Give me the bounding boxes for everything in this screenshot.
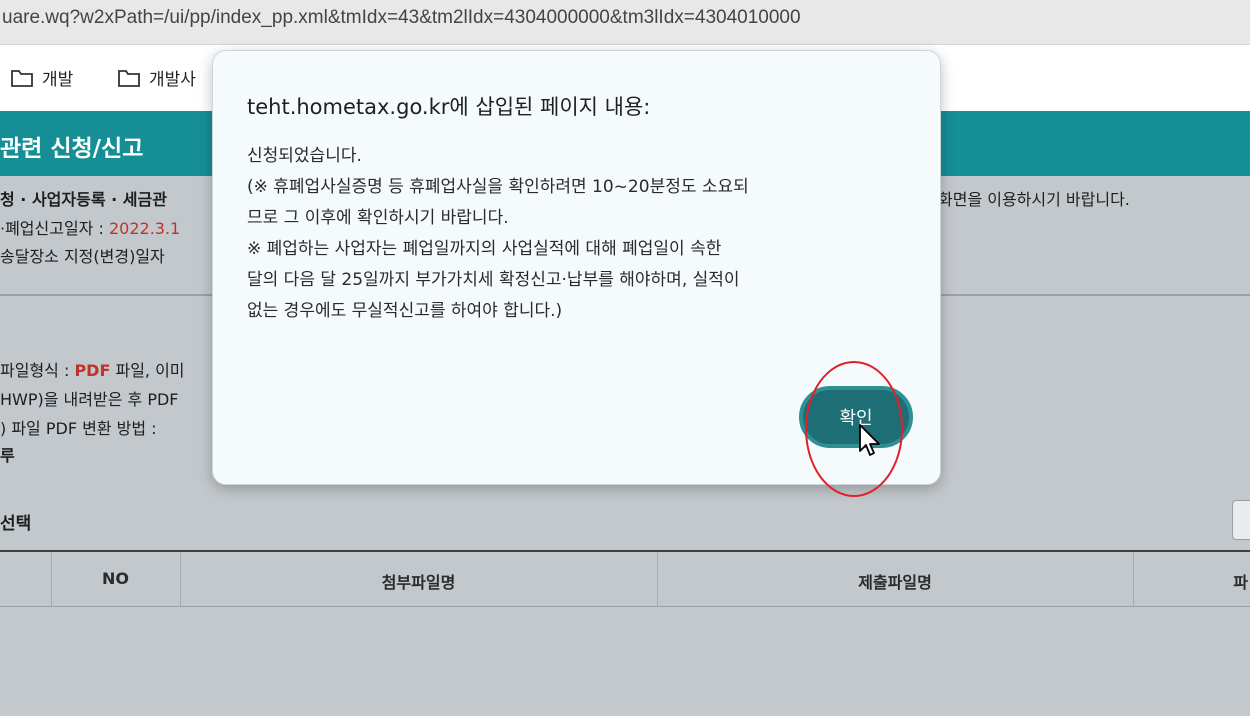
dialog-message-line: 없는 경우에도 무실적신고를 하여야 합니다.) bbox=[247, 301, 563, 321]
dialog-message-line: 신청되었습니다. bbox=[247, 146, 362, 166]
dialog-title: teht.hometax.go.kr에 삽입된 페이지 내용: bbox=[247, 95, 651, 119]
file-format-row: 파일형식 : PDF 파일, 이미 bbox=[0, 357, 185, 381]
section-label: 선택 bbox=[0, 514, 32, 534]
pdf-convert-row: ) 파일 PDF 변환 방법 : bbox=[0, 419, 157, 438]
bookmark-label: 개발사 bbox=[149, 70, 196, 90]
address-url[interactable]: uare.wq?w2xPath=/ui/pp/index_pp.xml&tmId… bbox=[2, 7, 801, 29]
folder-icon bbox=[118, 69, 140, 87]
service-breadcrumb: 청 · 사업자등록 · 세금관 bbox=[0, 190, 167, 209]
file-format-label: 파일형식 : bbox=[0, 361, 75, 380]
bookmark-item-dev-company[interactable]: 개발사 bbox=[117, 65, 196, 90]
dialog-message-line: 달의 다음 달 25일까지 부가가치세 확정신고·납부를 해야하며, 실적이 bbox=[247, 270, 740, 290]
file-format-suffix: 파일, 이미 bbox=[110, 361, 185, 380]
bookmark-label: 개발 bbox=[42, 70, 74, 90]
dialog-message: 신청되었습니다. (※ 휴폐업사실증명 등 휴폐업사실을 확인하려면 10~20… bbox=[247, 141, 922, 327]
column-header-extra: 파 bbox=[1233, 573, 1248, 592]
table-header: NO 첨부파일명 제출파일명 파 bbox=[0, 550, 1250, 607]
dialog-message-line: (※ 휴폐업사실증명 등 휴폐업사실을 확인하려면 10~20분정도 소요되 bbox=[247, 177, 749, 197]
file-note-row: 루 bbox=[0, 446, 15, 465]
mouse-cursor-icon bbox=[859, 424, 880, 456]
column-header-submitted-file: 제출파일명 bbox=[858, 573, 932, 592]
dialog-message-line: 므로 그 이후에 확인하시기 바랍니다. bbox=[247, 208, 509, 228]
highlight-ring bbox=[805, 361, 903, 497]
column-header-attached-file: 첨부파일명 bbox=[381, 573, 456, 592]
closure-date-row: ·폐업신고일자 : 2022.3.1 bbox=[0, 215, 180, 239]
column-header-no: NO bbox=[102, 569, 129, 588]
delivery-address-row: 송달장소 지정(변경)일자 bbox=[0, 247, 165, 266]
page-title: 관련 신청/신고 bbox=[0, 136, 144, 162]
file-format-pdf: PDF bbox=[74, 361, 111, 380]
bookmark-item-dev[interactable]: 개발 bbox=[10, 65, 73, 90]
dialog-message-line: ※ 폐업하는 사업자는 폐업일까지의 사업실적에 대해 폐업일이 속한 bbox=[247, 239, 722, 259]
closure-date-label: ·폐업신고일자 : bbox=[0, 219, 109, 238]
address-bar[interactable]: uare.wq?w2xPath=/ui/pp/index_pp.xml&tmId… bbox=[0, 0, 1250, 45]
closure-date-value: 2022.3.1 bbox=[108, 219, 181, 238]
notice-text: 화면을 이용하시기 바랍니다. bbox=[938, 190, 1130, 209]
file-instruction-row: HWP)을 내려받은 후 PDF bbox=[0, 390, 179, 409]
side-button[interactable] bbox=[1232, 500, 1250, 540]
folder-icon bbox=[11, 69, 33, 87]
